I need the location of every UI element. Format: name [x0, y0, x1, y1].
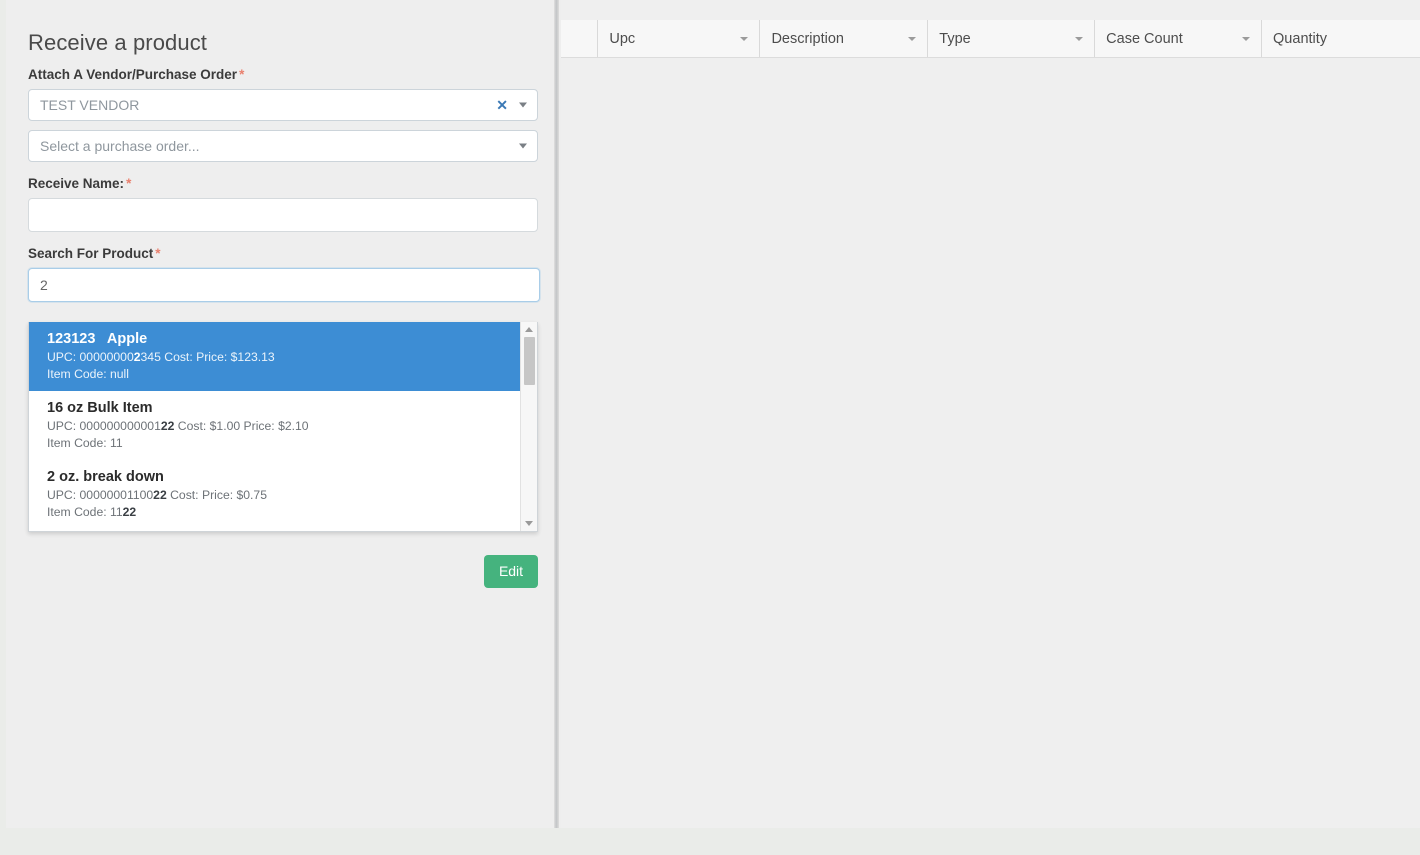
vendor-required-marker: * — [239, 67, 244, 82]
search-product-required-marker: * — [155, 246, 160, 261]
vendor-field-label: Attach A Vendor/Purchase Order* — [28, 66, 538, 84]
product-upc-cost: UPC: 0000000110022 Cost: Price: $0.75 — [47, 487, 507, 504]
product-name: 2 oz. break down — [47, 467, 507, 487]
receive-name-field-label: Receive Name:* — [28, 175, 538, 193]
grid-column-header-label: Quantity — [1273, 31, 1327, 47]
list-item[interactable]: 123123 Apple UPC: 000000002345 Cost: Pri… — [29, 322, 521, 391]
search-product-field-label: Search For Product* — [28, 245, 538, 263]
chevron-down-icon[interactable] — [1242, 37, 1250, 41]
grid-column-header-description[interactable]: Description — [759, 20, 927, 57]
list-item[interactable]: AMERICANA — [29, 529, 521, 532]
grid-column-header-type[interactable]: Type — [927, 20, 1094, 57]
product-item-code: Item Code: 11 — [47, 435, 507, 452]
receive-name-input[interactable] — [28, 198, 538, 232]
scroll-down-arrow-icon[interactable] — [525, 521, 533, 526]
grid-column-header-upc[interactable]: Upc — [597, 20, 759, 57]
chevron-down-icon[interactable] — [908, 37, 916, 41]
product-name: 16 oz Bulk Item — [47, 398, 507, 418]
chevron-down-icon[interactable] — [519, 103, 527, 108]
chevron-down-icon[interactable] — [519, 144, 527, 149]
page-title: Receive a product — [28, 30, 538, 56]
purchase-order-select[interactable]: Select a purchase order... — [28, 130, 538, 162]
autocomplete-results-list: 123123 Apple UPC: 000000002345 Cost: Pri… — [29, 322, 521, 531]
list-item[interactable]: 2 oz. break down UPC: 0000000110022 Cost… — [29, 460, 521, 529]
panel-divider[interactable] — [554, 0, 559, 828]
received-items-grid-panel: Upc Description Type Case Count Quantity — [561, 0, 1420, 828]
scroll-up-arrow-icon[interactable] — [525, 327, 533, 332]
grid-column-header-case-count[interactable]: Case Count — [1094, 20, 1261, 57]
vendor-label-text: Attach A Vendor/Purchase Order — [28, 67, 237, 82]
product-item-code: Item Code: 1122 — [47, 504, 507, 521]
product-item-code: Item Code: null — [47, 366, 507, 383]
grid-body — [561, 58, 1420, 828]
search-product-input[interactable] — [28, 268, 540, 302]
product-upc-cost: UPC: 00000000000122 Cost: $1.00 Price: $… — [47, 418, 507, 435]
grid-column-header-label: Type — [939, 31, 970, 47]
receive-name-required-marker: * — [126, 176, 131, 191]
content-card: Receive a product Attach A Vendor/Purcha… — [0, 0, 1420, 828]
grid-column-header-quantity[interactable]: Quantity — [1261, 20, 1420, 57]
chevron-down-icon[interactable] — [1075, 37, 1083, 41]
edit-button[interactable]: Edit — [484, 555, 538, 588]
vendor-select[interactable]: TEST VENDOR ✕ — [28, 89, 538, 121]
grid-column-header-blank[interactable] — [561, 20, 597, 57]
search-product-label-text: Search For Product — [28, 246, 153, 261]
receive-name-label-text: Receive Name: — [28, 176, 124, 191]
dropdown-scrollbar[interactable] — [520, 322, 537, 531]
app-root: Receive a product Attach A Vendor/Purcha… — [0, 0, 1420, 855]
chevron-down-icon[interactable] — [740, 37, 748, 41]
product-upc-cost: UPC: 000000002345 Cost: Price: $123.13 — [47, 349, 507, 366]
vendor-selected-value: TEST VENDOR — [40, 97, 139, 113]
grid-column-header-label: Description — [771, 31, 844, 47]
search-product-wrapper — [28, 268, 540, 302]
product-autocomplete-dropdown[interactable]: 123123 Apple UPC: 000000002345 Cost: Pri… — [28, 322, 538, 532]
purchase-order-placeholder: Select a purchase order... — [40, 138, 200, 154]
grid-column-header-label: Case Count — [1106, 31, 1183, 47]
grid-header-row: Upc Description Type Case Count Quantity — [561, 20, 1420, 58]
close-x-icon[interactable]: ✕ — [496, 98, 508, 112]
grid-column-header-label: Upc — [609, 31, 635, 47]
list-item[interactable]: 16 oz Bulk Item UPC: 00000000000122 Cost… — [29, 391, 521, 460]
product-name: 123123 Apple — [47, 329, 507, 349]
scrollbar-thumb[interactable] — [524, 337, 535, 385]
